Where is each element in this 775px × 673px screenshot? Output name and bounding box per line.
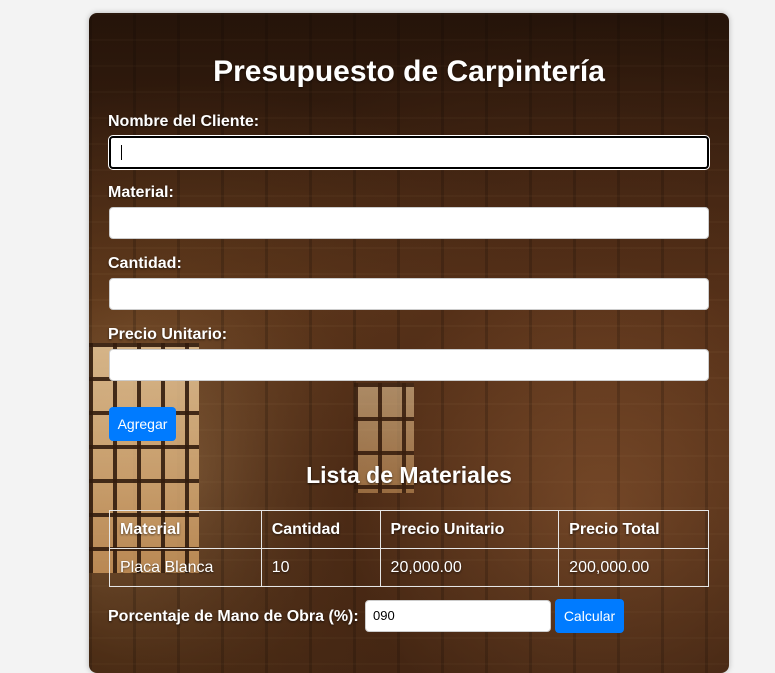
cell-quantity: 10 xyxy=(260,548,381,587)
materials-title: Lista de Materiales xyxy=(306,462,512,488)
add-button[interactable]: Agregar xyxy=(109,407,176,441)
unit-price-label: Precio Unitario: xyxy=(108,326,228,343)
unit-price-input[interactable] xyxy=(109,349,709,381)
client-name-input[interactable] xyxy=(109,136,709,169)
cell-unit-price: 20,000.00 xyxy=(379,548,560,587)
column-header-unit-price: Precio Unitario xyxy=(379,510,560,549)
column-header-material: Material xyxy=(109,510,262,549)
cell-material: Placa Blanca xyxy=(109,548,262,587)
material-input[interactable] xyxy=(109,207,709,239)
cell-total-price: 200,000.00 xyxy=(558,548,709,587)
table-row: Placa Blanca 10 20,000.00 200,000.00 xyxy=(109,548,709,587)
column-header-quantity: Cantidad xyxy=(260,510,381,549)
page-title: Presupuesto de Carpintería xyxy=(213,55,605,88)
text-caret xyxy=(121,145,122,160)
calculate-button[interactable]: Calcular xyxy=(555,599,624,633)
column-header-total-price: Precio Total xyxy=(558,510,709,549)
labor-percentage-label: Porcentaje de Mano de Obra (%): xyxy=(108,608,359,625)
material-label: Material: xyxy=(108,184,174,201)
labor-percentage-input[interactable]: 090 xyxy=(365,600,551,632)
quantity-label: Cantidad: xyxy=(108,255,182,272)
materials-table: Material Cantidad Precio Unitario Precio… xyxy=(109,510,709,587)
client-name-label: Nombre del Cliente: xyxy=(108,113,260,130)
budget-card: Presupuesto de Carpintería Nombre del Cl… xyxy=(89,13,729,673)
table-header-row: Material Cantidad Precio Unitario Precio… xyxy=(109,510,709,549)
quantity-input[interactable] xyxy=(109,278,709,310)
